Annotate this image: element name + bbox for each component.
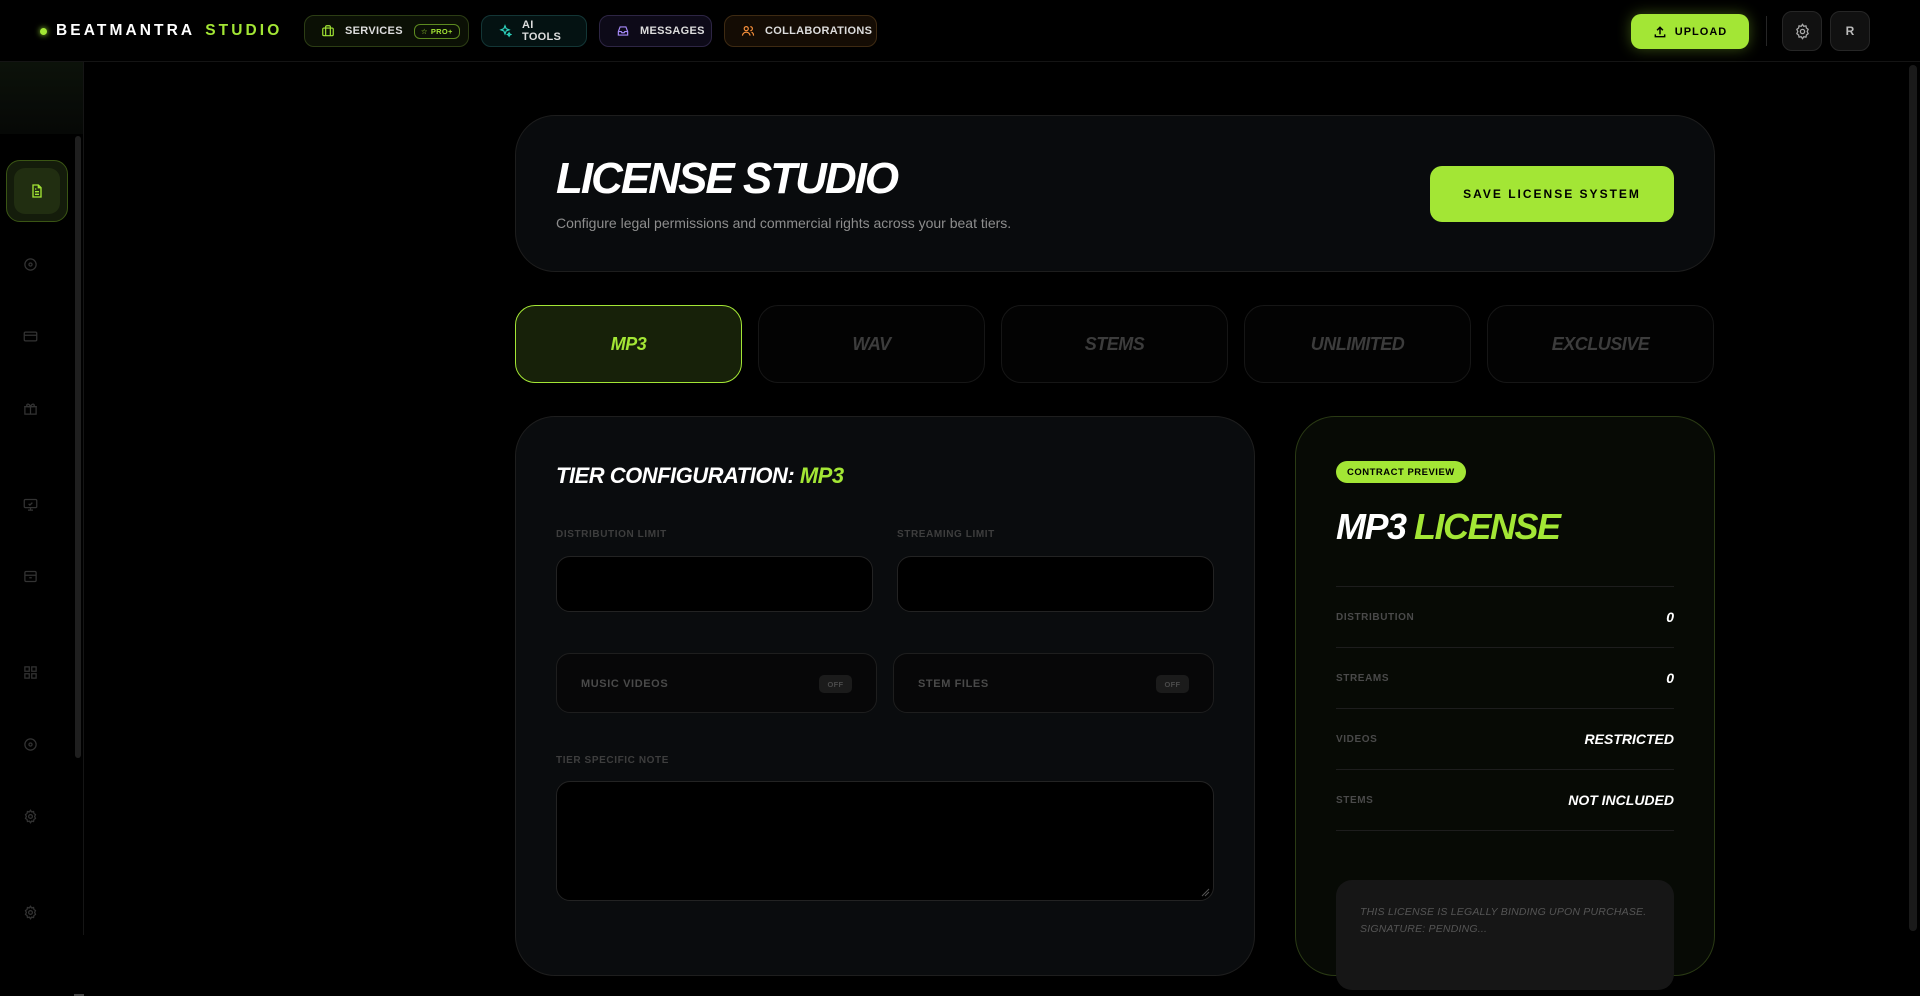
preview-row-value: RESTRICTED bbox=[1584, 731, 1674, 747]
tab-wav[interactable]: WAV bbox=[758, 305, 985, 383]
top-bar: BEATMANTRA STUDIO SERVICES ☆ PRO+ AI TOOL… bbox=[0, 0, 1920, 62]
preview-row-videos: VIDEOS RESTRICTED bbox=[1336, 708, 1674, 769]
preview-row-label: DISTRIBUTION bbox=[1336, 611, 1415, 623]
distribution-limit-input[interactable] bbox=[556, 556, 873, 612]
preview-row-value: 0 bbox=[1666, 670, 1674, 686]
brand-word-1: BEATMANTRA bbox=[56, 22, 196, 39]
config-title: TIER CONFIGURATION: MP3 bbox=[556, 463, 844, 489]
tab-exclusive[interactable]: EXCLUSIVE bbox=[1487, 305, 1714, 383]
sidebar-item-disc-2[interactable] bbox=[22, 736, 38, 752]
tab-mp3[interactable]: MP3 bbox=[515, 305, 742, 383]
sidebar-item-payments[interactable] bbox=[22, 328, 38, 344]
nav-services-button[interactable]: SERVICES ☆ PRO+ bbox=[304, 15, 469, 47]
gear-icon bbox=[23, 904, 38, 920]
tab-stems[interactable]: STEMS bbox=[1001, 305, 1228, 383]
preview-row-distribution: DISTRIBUTION 0 bbox=[1336, 586, 1674, 647]
sparkles-icon bbox=[498, 24, 522, 38]
music-videos-switch[interactable]: OFF bbox=[819, 675, 852, 693]
sidebar-item-inner bbox=[14, 168, 60, 214]
nav-ai-tools-label: AI TOOLS bbox=[522, 19, 562, 43]
tier-configuration-panel: TIER CONFIGURATION: MP3 DISTRIBUTION LIM… bbox=[515, 416, 1255, 976]
save-license-system-button[interactable]: SAVE LICENSE SYSTEM bbox=[1430, 166, 1674, 222]
inbox-icon bbox=[616, 24, 640, 38]
nav-collaborations-label: COLLABORATIONS bbox=[765, 25, 873, 37]
preview-row-value: 0 bbox=[1666, 609, 1674, 625]
credit-card-icon bbox=[23, 329, 38, 344]
grid-icon bbox=[23, 665, 38, 680]
disc-icon bbox=[23, 737, 38, 752]
page-subtitle: Configure legal permissions and commerci… bbox=[556, 215, 1012, 231]
preview-row-label: STREAMS bbox=[1336, 672, 1390, 684]
sidebar-item-archive[interactable] bbox=[22, 568, 38, 584]
gear-icon bbox=[23, 808, 38, 824]
nav-ai-tools-button[interactable]: AI TOOLS bbox=[481, 15, 587, 47]
preview-row-label: STEMS bbox=[1336, 794, 1374, 806]
legal-line-2: SIGNATURE: PENDING... bbox=[1360, 923, 1488, 935]
nav-services-label: SERVICES bbox=[345, 25, 403, 37]
stem-files-switch[interactable]: OFF bbox=[1156, 675, 1189, 693]
preview-row-stems: STEMS NOT INCLUDED bbox=[1336, 769, 1674, 830]
settings-button[interactable] bbox=[1782, 11, 1822, 51]
preview-divider bbox=[1336, 830, 1674, 831]
music-videos-label: MUSIC VIDEOS bbox=[581, 678, 669, 690]
preview-row-label: VIDEOS bbox=[1336, 733, 1378, 745]
document-icon bbox=[29, 183, 45, 199]
pro-badge-label: PRO+ bbox=[430, 26, 453, 36]
sidebar-item-grid[interactable] bbox=[22, 664, 38, 680]
tier-note-textarea[interactable] bbox=[556, 781, 1214, 901]
briefcase-icon bbox=[321, 24, 345, 38]
preview-row-streams: STREAMS 0 bbox=[1336, 647, 1674, 708]
monitor-icon bbox=[23, 497, 38, 512]
sidebar-item-disc[interactable] bbox=[22, 256, 38, 272]
preview-row-value: NOT INCLUDED bbox=[1568, 792, 1674, 808]
music-videos-toggle[interactable]: MUSIC VIDEOS OFF bbox=[556, 653, 877, 713]
streaming-limit-input[interactable] bbox=[897, 556, 1214, 612]
users-icon bbox=[741, 24, 765, 38]
pro-badge: ☆ PRO+ bbox=[413, 23, 460, 39]
nav-messages-button[interactable]: MESSAGES bbox=[599, 15, 712, 47]
preview-title: MP3 LICENSE bbox=[1336, 506, 1561, 547]
page-scrollbar[interactable] bbox=[1909, 65, 1917, 931]
sidebar-scrollbar[interactable] bbox=[75, 136, 81, 758]
legal-notice: THIS LICENSE IS LEGALLY BINDING UPON PUR… bbox=[1336, 880, 1674, 990]
toolbar-divider bbox=[1766, 16, 1767, 46]
sidebar-header bbox=[0, 62, 83, 134]
page-title: LICENSE STUDIO bbox=[556, 154, 899, 203]
nav-collaborations-button[interactable]: COLLABORATIONS bbox=[724, 15, 877, 47]
tier-note-label: TIER SPECIFIC NOTE bbox=[556, 755, 670, 766]
stem-files-label: STEM FILES bbox=[918, 678, 989, 690]
upload-icon bbox=[1653, 25, 1667, 39]
stem-files-toggle[interactable]: STEM FILES OFF bbox=[893, 653, 1214, 713]
sidebar-item-monitor[interactable] bbox=[22, 496, 38, 512]
disc-icon bbox=[23, 257, 38, 272]
config-title-prefix: TIER CONFIGURATION: bbox=[556, 463, 795, 488]
sidebar-item-settings[interactable] bbox=[22, 808, 38, 824]
gear-icon bbox=[1794, 22, 1811, 40]
brand-logo[interactable]: BEATMANTRA STUDIO bbox=[40, 20, 282, 42]
contract-preview-badge: CONTRACT PREVIEW bbox=[1336, 461, 1466, 483]
nav-messages-label: MESSAGES bbox=[640, 25, 705, 37]
archive-icon bbox=[23, 569, 38, 584]
license-studio-header: LICENSE STUDIO Configure legal permissio… bbox=[515, 115, 1715, 272]
upload-button[interactable]: UPLOAD bbox=[1631, 14, 1749, 49]
brand-word-2: STUDIO bbox=[205, 22, 283, 39]
tab-unlimited[interactable]: UNLIMITED bbox=[1244, 305, 1471, 383]
config-title-tier: MP3 bbox=[799, 463, 844, 488]
gift-icon bbox=[23, 401, 38, 416]
preview-title-tier: MP3 bbox=[1336, 506, 1407, 547]
sidebar-item-settings-2[interactable] bbox=[22, 904, 38, 920]
streaming-limit-label: STREAMING LIMIT bbox=[897, 529, 995, 540]
resize-handle-icon[interactable] bbox=[1201, 888, 1210, 897]
contract-preview-panel: CONTRACT PREVIEW MP3 LICENSE DISTRIBUTIO… bbox=[1295, 416, 1715, 990]
legal-line-1: THIS LICENSE IS LEGALLY BINDING UPON PUR… bbox=[1360, 906, 1647, 918]
brand-dot bbox=[40, 27, 47, 35]
sidebar-item-gifts[interactable] bbox=[22, 400, 38, 416]
sidebar-item-licenses[interactable] bbox=[6, 160, 68, 222]
preview-title-word: LICENSE bbox=[1414, 506, 1561, 547]
upload-label: UPLOAD bbox=[1674, 25, 1728, 38]
star-icon: ☆ bbox=[420, 26, 428, 36]
avatar-button[interactable]: R bbox=[1830, 11, 1870, 51]
distribution-limit-label: DISTRIBUTION LIMIT bbox=[556, 529, 667, 540]
